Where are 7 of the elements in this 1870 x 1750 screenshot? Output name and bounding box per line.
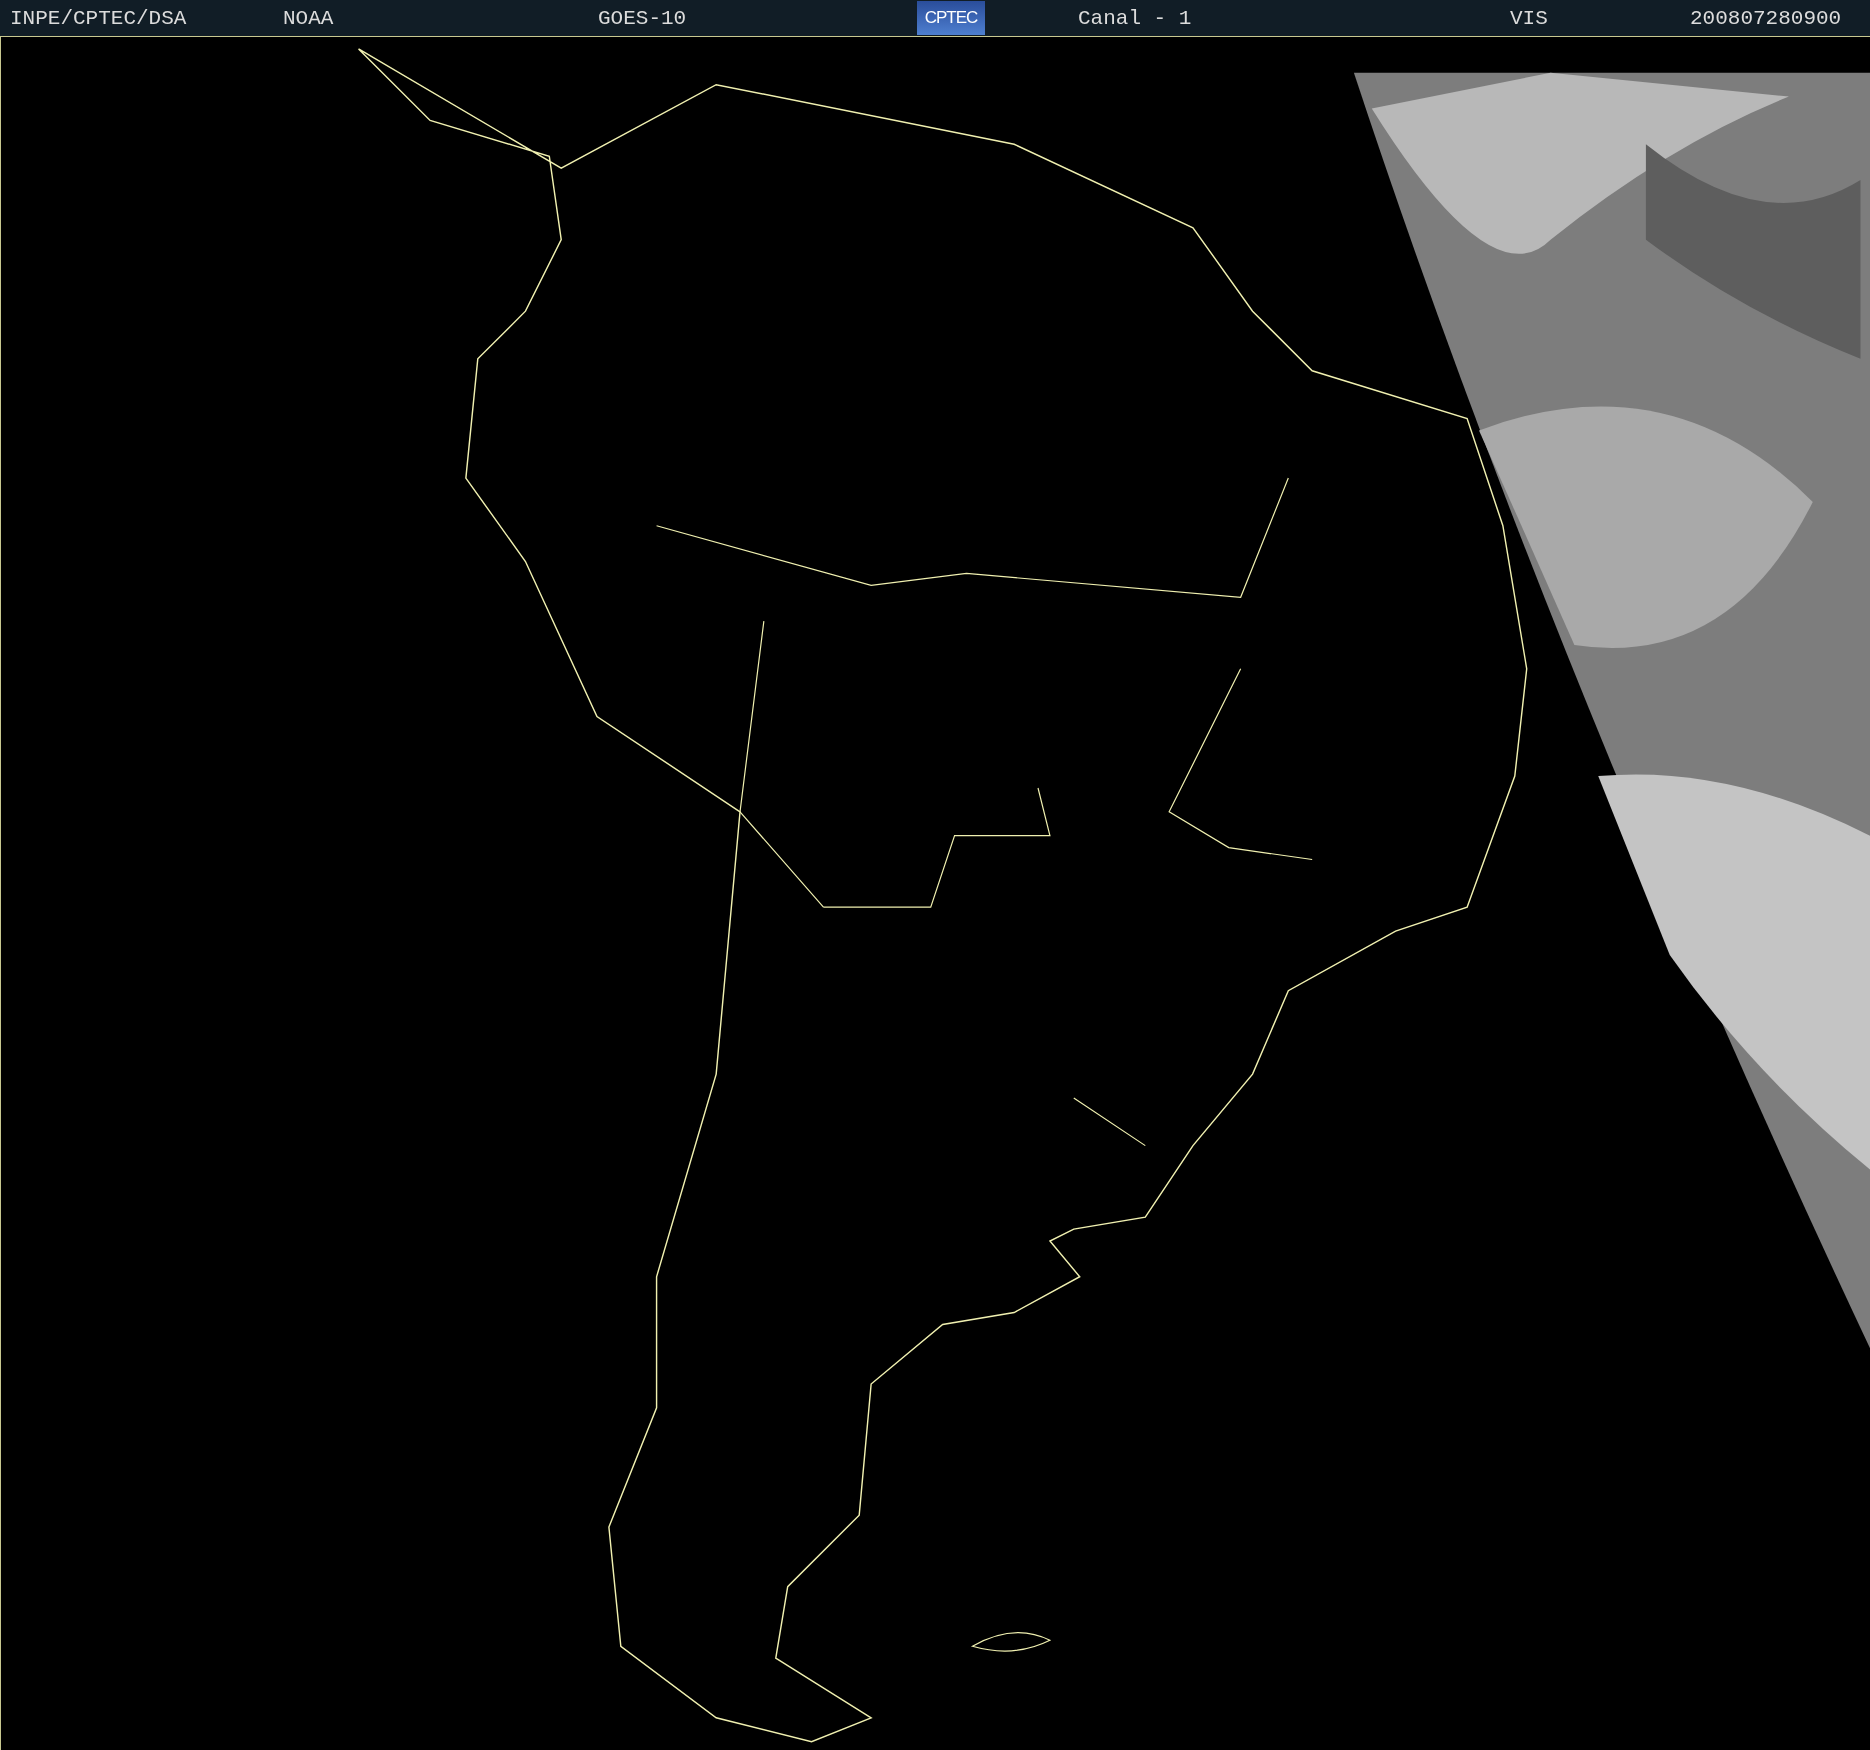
header-label: VIS [1510, 6, 1548, 30]
header-label: Canal - 1 [1078, 6, 1192, 30]
logo: CPTEC [917, 1, 985, 35]
header-label: GOES-10 [598, 6, 687, 30]
header-label: NOAA [283, 6, 334, 30]
header-label: 200807280900 [1690, 6, 1842, 30]
header-label: INPE/CPTEC/DSA [10, 6, 187, 30]
